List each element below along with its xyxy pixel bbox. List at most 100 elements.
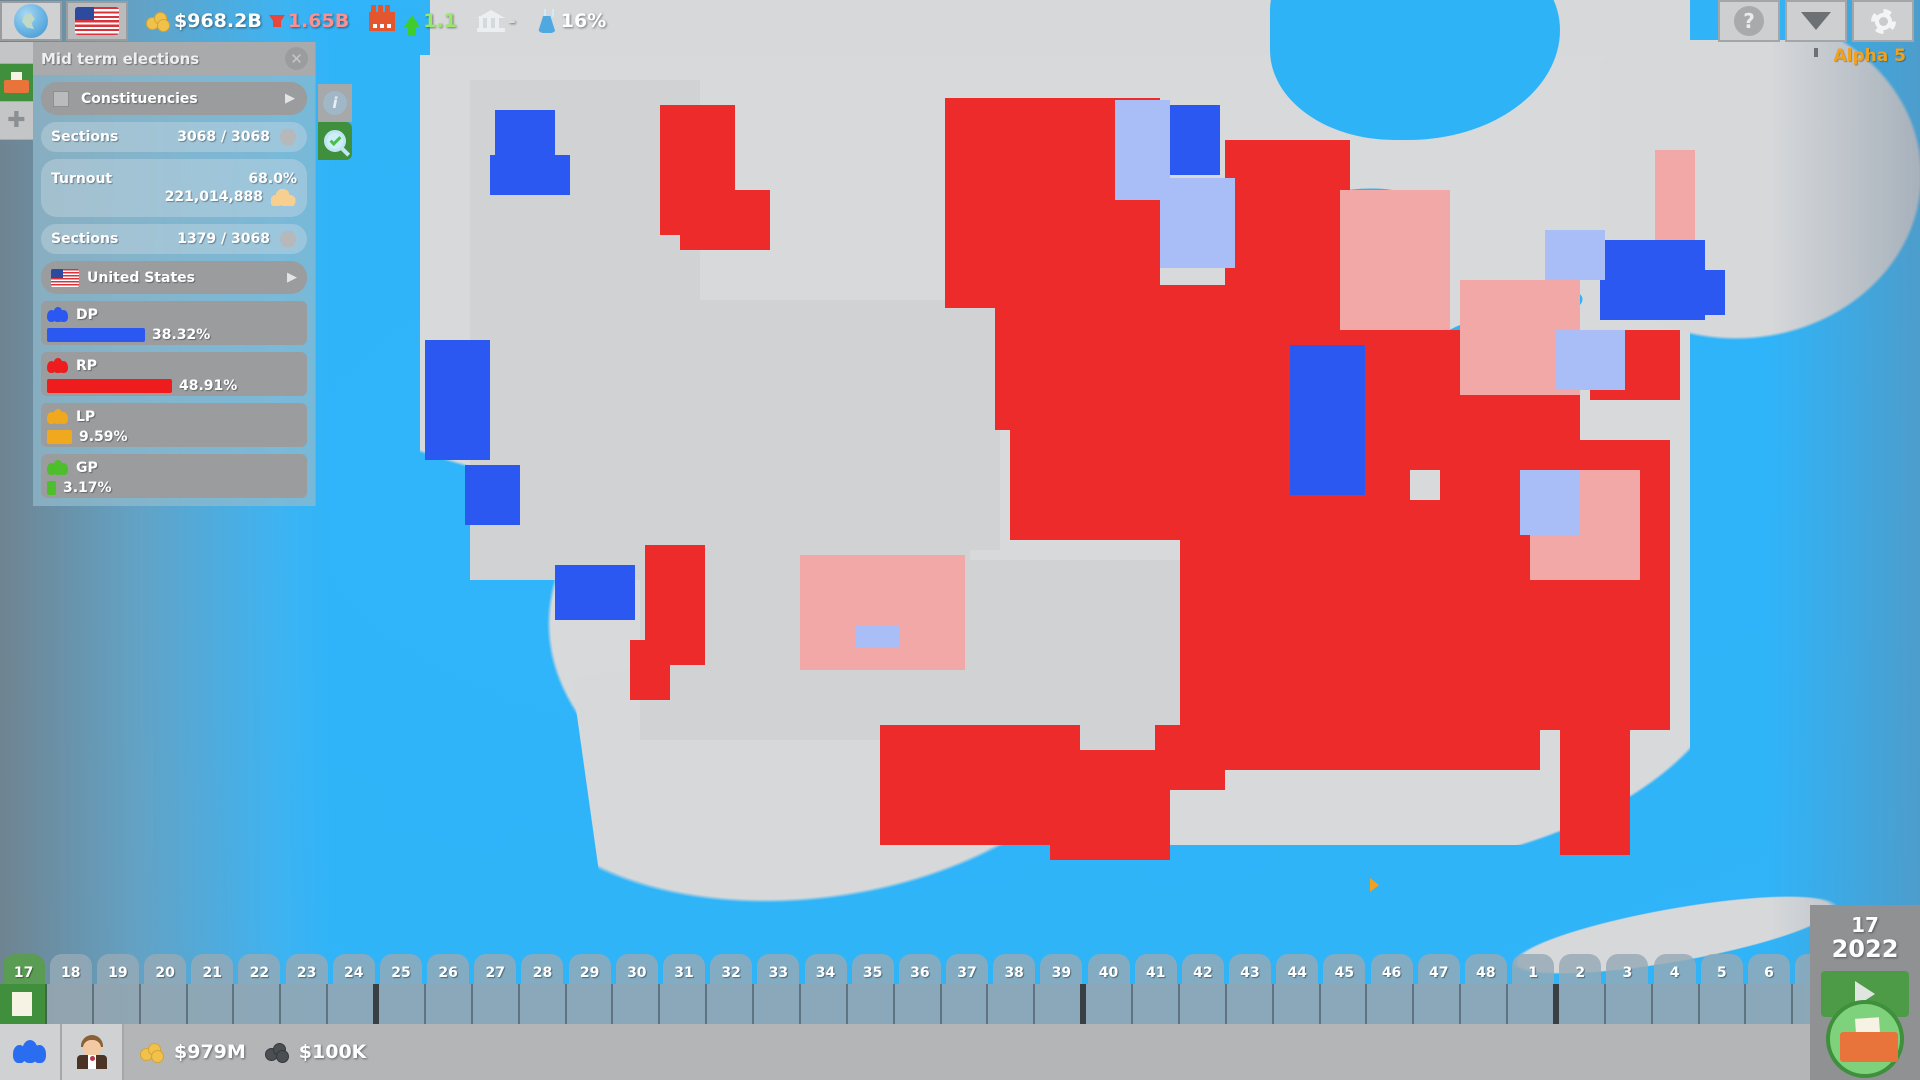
election-shortcut-button[interactable] xyxy=(1826,1000,1904,1078)
timeline-tick[interactable]: 40 xyxy=(1085,954,1132,984)
timeline-slot[interactable] xyxy=(1035,984,1087,1024)
timeline-slot[interactable] xyxy=(988,984,1036,1024)
timeline-slot[interactable] xyxy=(328,984,379,1024)
help-button[interactable]: ? xyxy=(1718,0,1780,42)
country-row[interactable]: United States ▶ xyxy=(41,261,307,294)
district-blue-seattle[interactable] xyxy=(490,155,570,195)
district-blue-illinois[interactable] xyxy=(1290,345,1365,495)
timeline-slot[interactable] xyxy=(1605,984,1653,1024)
timeline-slot[interactable] xyxy=(1746,984,1794,1024)
timeline-slot[interactable] xyxy=(941,984,989,1024)
district-red-idaho-s[interactable] xyxy=(680,190,770,250)
timeline-tick[interactable]: 22 xyxy=(236,954,283,984)
timeline-tick[interactable]: 42 xyxy=(1179,954,1226,984)
timeline-slot[interactable] xyxy=(234,984,282,1024)
timeline-tick[interactable]: 18 xyxy=(47,954,94,984)
timeline-slot[interactable] xyxy=(1367,984,1415,1024)
timeline-tick[interactable]: 28 xyxy=(519,954,566,984)
timeline-tick[interactable]: 3 xyxy=(1604,954,1651,984)
timeline-slot[interactable] xyxy=(187,984,235,1024)
timeline-tick[interactable]: 5 xyxy=(1698,954,1745,984)
timeline-slot[interactable] xyxy=(519,984,567,1024)
district-red-texas-e[interactable] xyxy=(1050,750,1170,860)
timeline-slot[interactable] xyxy=(1273,984,1321,1024)
district-lightred-maine[interactable] xyxy=(1655,150,1695,240)
district-lightblue-midatlantic[interactable] xyxy=(1520,470,1580,535)
district-blue-oregon[interactable] xyxy=(425,340,490,460)
district-red-louisiana[interactable] xyxy=(1155,725,1225,790)
party-row-lp[interactable]: LP 9.59% xyxy=(41,403,307,447)
rail-item-elections[interactable] xyxy=(0,64,33,102)
timeline-slot[interactable] xyxy=(1226,984,1274,1024)
timeline-tick[interactable]: 30 xyxy=(613,954,660,984)
district-red-florida[interactable] xyxy=(1560,730,1630,855)
district-lightblue-newengland[interactable] xyxy=(1555,330,1625,390)
timeline-tick[interactable]: 39 xyxy=(1038,954,1085,984)
timeline-slot[interactable] xyxy=(472,984,520,1024)
party-row-gp[interactable]: GP 3.17% xyxy=(41,454,307,498)
timeline-slot[interactable] xyxy=(1508,984,1559,1024)
timeline-tick[interactable]: 27 xyxy=(472,954,519,984)
district-blue-bayarea[interactable] xyxy=(465,465,520,525)
timeline-tick[interactable]: 23 xyxy=(283,954,330,984)
timeline-slot[interactable] xyxy=(847,984,895,1024)
timeline-slot[interactable] xyxy=(1414,984,1462,1024)
timeline-tick[interactable]: 37 xyxy=(943,954,990,984)
district-lightblue-colorado[interactable] xyxy=(855,625,900,647)
district-lightred-michigan[interactable] xyxy=(1340,190,1450,330)
timeline-slot[interactable] xyxy=(46,984,94,1024)
timeline-slot[interactable] xyxy=(0,984,47,1024)
timeline-slot[interactable] xyxy=(613,984,661,1024)
timeline-slot[interactable] xyxy=(1652,984,1700,1024)
timeline-slot[interactable] xyxy=(1133,984,1180,1024)
timeline-tick[interactable]: 35 xyxy=(849,954,896,984)
timeline-tick[interactable]: 41 xyxy=(1132,954,1179,984)
rail-item-add[interactable]: ✚ xyxy=(0,102,33,140)
profile-button[interactable] xyxy=(62,1024,124,1080)
timeline-tick[interactable]: 24 xyxy=(330,954,377,984)
district-blue-washington[interactable] xyxy=(495,110,555,155)
timeline-slot[interactable] xyxy=(800,984,848,1024)
timeline-tick[interactable]: 36 xyxy=(896,954,943,984)
population-button[interactable] xyxy=(0,1024,62,1080)
timeline-tick[interactable]: 26 xyxy=(425,954,472,984)
timeline-tick[interactable]: 44 xyxy=(1274,954,1321,984)
constituencies-checkbox[interactable] xyxy=(53,90,69,107)
district-lightblue-northeast[interactable] xyxy=(1545,230,1605,280)
timeline-slot[interactable] xyxy=(140,984,188,1024)
inspect-button[interactable] xyxy=(318,122,352,160)
timeline-slot[interactable] xyxy=(707,984,754,1024)
timeline-tick[interactable]: 1 xyxy=(1510,954,1557,984)
timeline-slot[interactable] xyxy=(1320,984,1368,1024)
timeline-tick[interactable]: 46 xyxy=(1368,954,1415,984)
timeline-tick[interactable]: 38 xyxy=(991,954,1038,984)
party-row-dp[interactable]: DP 38.32% xyxy=(41,301,307,345)
timeline-tick[interactable]: 21 xyxy=(189,954,236,984)
timeline-slot[interactable] xyxy=(660,984,708,1024)
timeline-slots[interactable] xyxy=(0,984,1841,1024)
timeline-slot[interactable] xyxy=(1558,984,1606,1024)
close-icon[interactable]: ✕ xyxy=(285,47,308,70)
timeline-slot[interactable] xyxy=(566,984,614,1024)
timeline-tick[interactable]: 6 xyxy=(1745,954,1792,984)
timeline-tick[interactable]: 29 xyxy=(566,954,613,984)
timeline-slot[interactable] xyxy=(1699,984,1747,1024)
party-row-rp[interactable]: RP 48.91% xyxy=(41,352,307,396)
settings-button[interactable] xyxy=(1852,0,1914,42)
timeline-tick[interactable]: 25 xyxy=(377,954,424,984)
timeline-tick[interactable]: 20 xyxy=(142,954,189,984)
timeline-slot[interactable] xyxy=(281,984,329,1024)
timeline-tick[interactable]: 2 xyxy=(1557,954,1604,984)
timeline-tick[interactable]: 34 xyxy=(802,954,849,984)
district-group-plains[interactable] xyxy=(700,300,1000,550)
timeline-tick[interactable]: 4 xyxy=(1651,954,1698,984)
map-marker-icon[interactable] xyxy=(1370,878,1379,892)
timeline-tick[interactable]: 19 xyxy=(94,954,141,984)
country-button[interactable] xyxy=(66,1,128,41)
timeline-tick[interactable]: 17 xyxy=(0,954,47,984)
timeline-tick[interactable]: 45 xyxy=(1321,954,1368,984)
district-blue-boston[interactable] xyxy=(1680,270,1725,315)
timeline-slot[interactable] xyxy=(425,984,473,1024)
timeline-tick[interactable]: 48 xyxy=(1462,954,1509,984)
globe-button[interactable] xyxy=(0,1,62,41)
